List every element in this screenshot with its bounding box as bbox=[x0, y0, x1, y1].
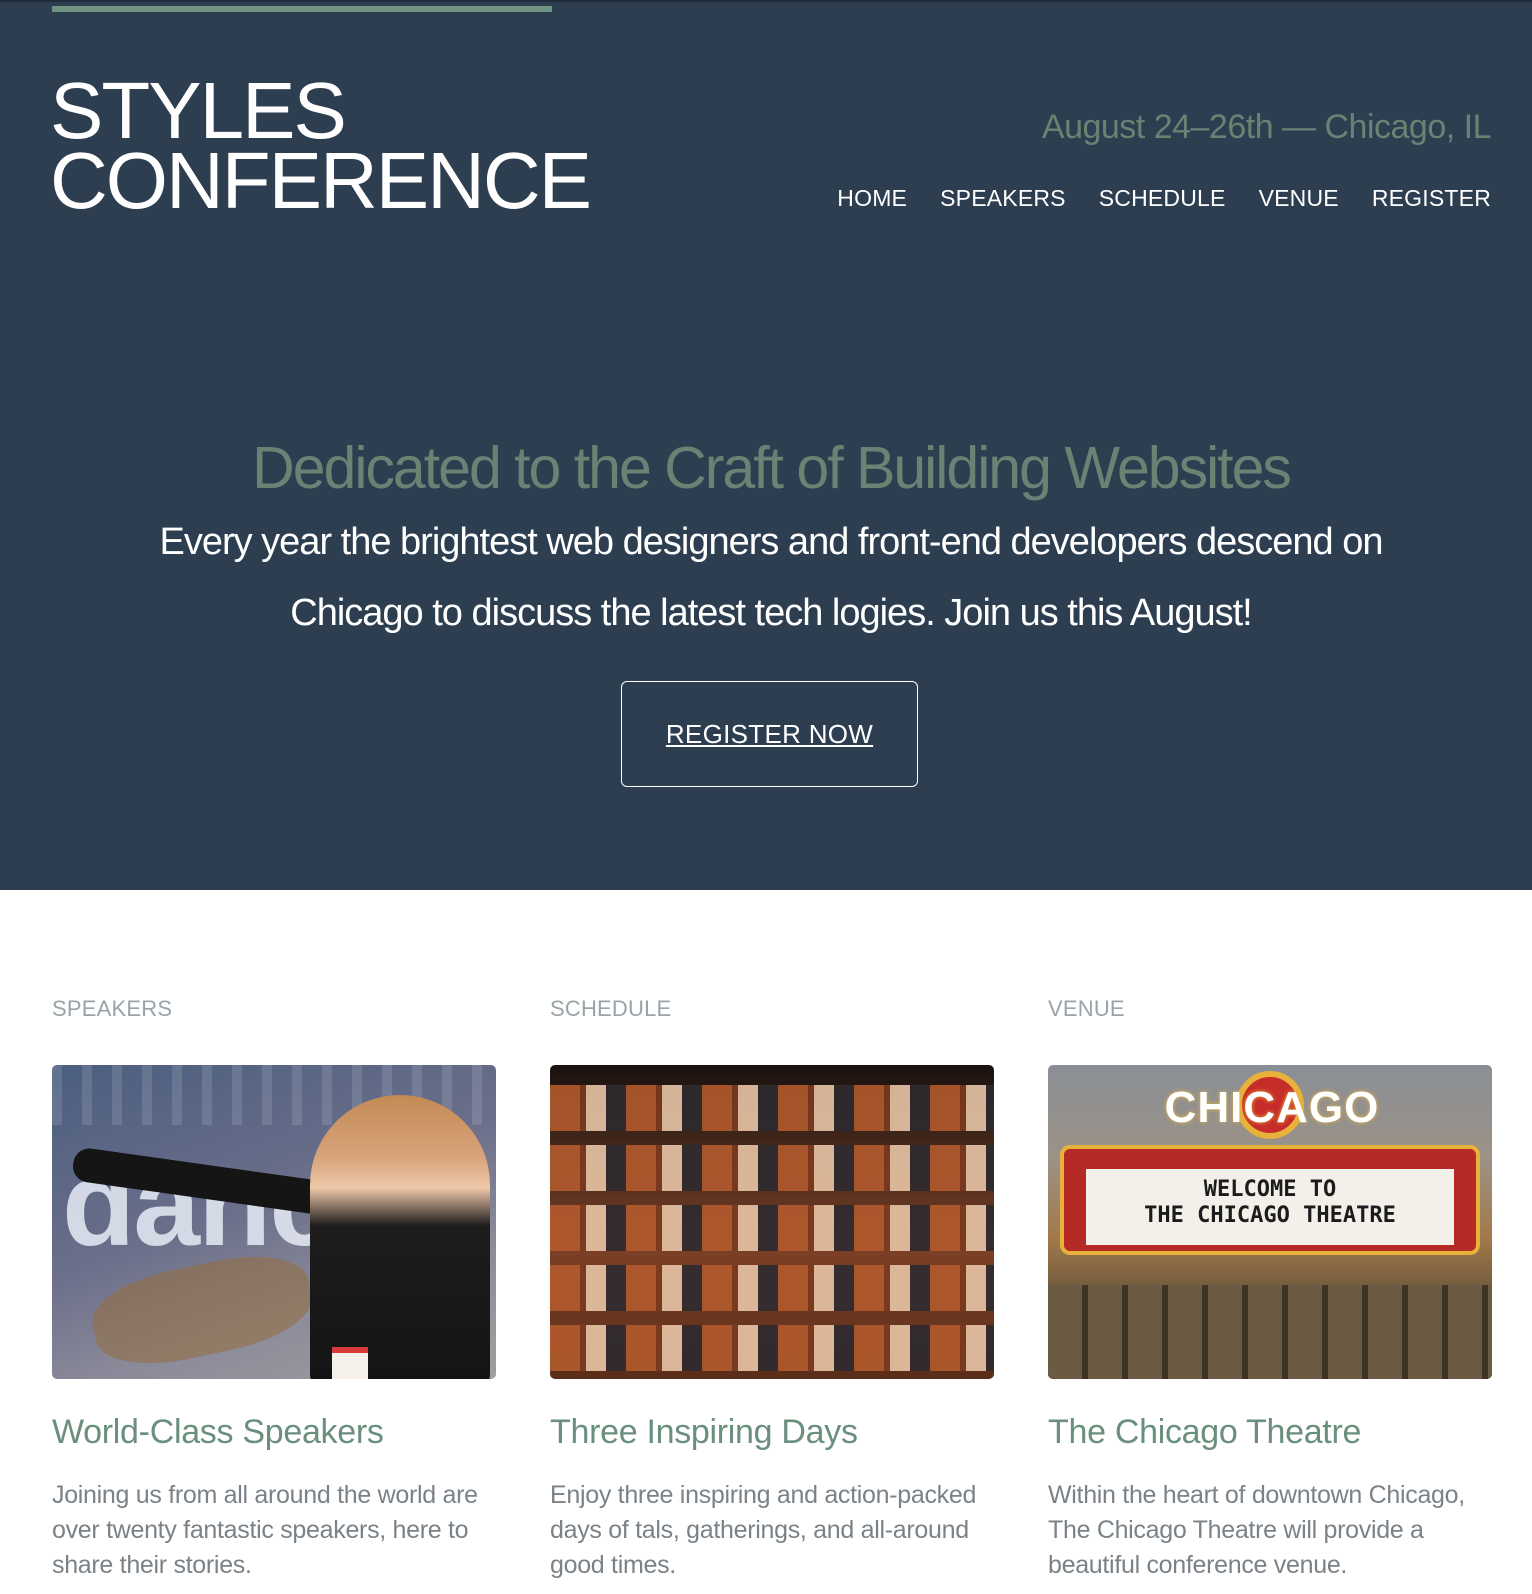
schedule-column: SCHEDULE Three Inspiring Days Enjoy thre… bbox=[550, 996, 994, 1583]
audience-row bbox=[550, 1145, 994, 1191]
theatre-photo[interactable]: CHICAGO WELCOME TO THE CHICAGO THEATRE bbox=[1048, 1065, 1492, 1379]
theatre-entrance bbox=[1048, 1285, 1492, 1379]
main-nav: HOME SPEAKERS SCHEDULE VENUE REGISTER bbox=[837, 185, 1491, 212]
audience-photo[interactable] bbox=[550, 1065, 994, 1379]
audience-row bbox=[550, 1085, 994, 1131]
marquee-sign: WELCOME TO THE CHICAGO THEATRE bbox=[1086, 1177, 1454, 1229]
schedule-text: Enjoy three inspiring and action-packed … bbox=[550, 1481, 977, 1579]
hero-intro: Every year the brightest web designers a… bbox=[159, 521, 1383, 634]
nav-register[interactable]: REGISTER bbox=[1372, 185, 1491, 212]
speaker-photo[interactable]: dance bbox=[52, 1065, 496, 1379]
speakers-column: SPEAKERS dance World-Class Speakers Join… bbox=[52, 996, 496, 1583]
accent-bar bbox=[52, 6, 552, 12]
hero-tagline: Dedicated to the Craft of Building Websi… bbox=[252, 435, 1292, 501]
marquee-line-1: WELCOME TO bbox=[1203, 1177, 1337, 1202]
nav-schedule[interactable]: SCHEDULE bbox=[1099, 185, 1226, 212]
marquee-chicago-word: CHICAGO bbox=[1164, 1083, 1380, 1132]
speaker-figure bbox=[310, 1095, 490, 1379]
name-badge bbox=[332, 1347, 368, 1379]
section-label-schedule: SCHEDULE bbox=[550, 996, 672, 1021]
register-now-button[interactable]: REGISTER NOW bbox=[621, 681, 918, 787]
nav-speakers[interactable]: SPEAKERS bbox=[940, 185, 1066, 212]
site-logo[interactable]: STYLES CONFERENCE bbox=[50, 71, 592, 225]
logo-line-2: CONFERENCE bbox=[50, 136, 592, 225]
speakers-text: Joining us from all around the world are… bbox=[52, 1481, 478, 1579]
hero-header: STYLES CONFERENCE August 24–26th — Chica… bbox=[0, 0, 1532, 890]
audience-row bbox=[550, 1205, 994, 1251]
audience-row bbox=[550, 1325, 994, 1371]
nav-venue[interactable]: VENUE bbox=[1259, 185, 1339, 212]
schedule-title[interactable]: Three Inspiring Days bbox=[550, 1413, 994, 1452]
section-label-venue: VENUE bbox=[1048, 996, 1125, 1021]
venue-title[interactable]: The Chicago Theatre bbox=[1048, 1413, 1492, 1452]
section-label-speakers: SPEAKERS bbox=[52, 996, 173, 1021]
event-dateline: August 24–26th — Chicago, IL bbox=[1041, 108, 1492, 146]
nav-home[interactable]: HOME bbox=[837, 185, 907, 212]
speakers-title[interactable]: World-Class Speakers bbox=[52, 1413, 496, 1452]
marquee-line-2: THE CHICAGO THEATRE bbox=[1144, 1203, 1396, 1228]
audience-row bbox=[550, 1265, 994, 1311]
venue-column: VENUE CHICAGO WELCOME TO THE CHICAGO THE… bbox=[1048, 996, 1492, 1583]
venue-text: Within the heart of downtown Chicago, Th… bbox=[1048, 1481, 1465, 1579]
